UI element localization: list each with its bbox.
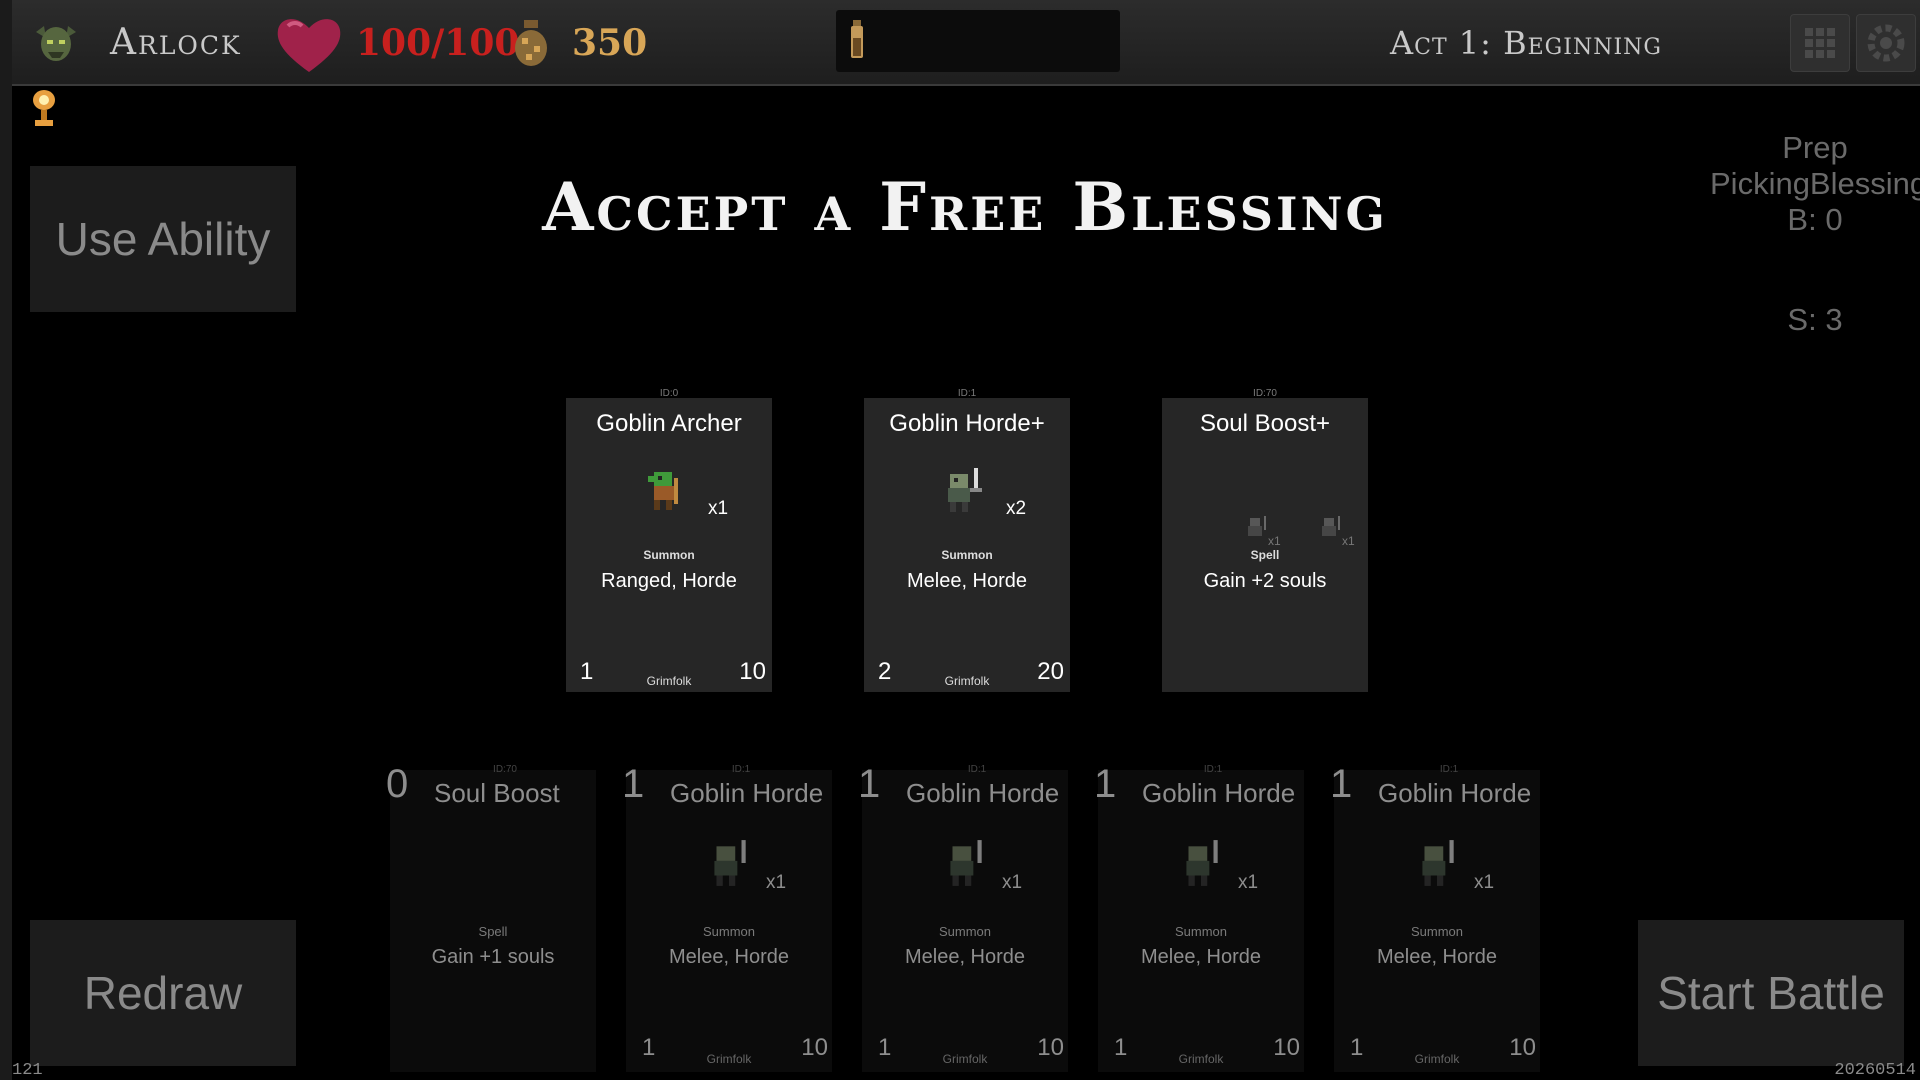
s-counter: S: 3 xyxy=(1787,302,1843,337)
card-power: 10 xyxy=(739,658,766,685)
page-title: Accept a Free Blessing xyxy=(542,168,1388,246)
deck-card-count: 1 xyxy=(622,762,645,806)
start-battle-button[interactable]: Start Battle xyxy=(1638,920,1904,1066)
card-id: ID:70 xyxy=(1253,388,1277,399)
potion-icon[interactable] xyxy=(848,20,866,60)
deck-card-goblin-horde: 1 ID:1 Goblin Horde x1 Summon Melee, Hor… xyxy=(1330,762,1540,1072)
card-id: ID:70 xyxy=(493,764,517,775)
card-type: Spell xyxy=(478,924,508,939)
status-panel: Prep PickingBlessing B: 0 S: 3 xyxy=(1710,130,1920,338)
sub-phase-label: PickingBlessing xyxy=(1710,166,1920,201)
gold-value: 350 xyxy=(572,22,648,64)
goblin-horde-icon xyxy=(1422,840,1454,886)
card-tags: Gain +2 souls xyxy=(1203,570,1327,592)
card-name: Soul Boost xyxy=(434,778,560,808)
card-tags: Melee, Horde xyxy=(1140,946,1262,968)
build-version: 20260514 xyxy=(1834,1061,1916,1080)
card-id: ID:1 xyxy=(967,764,987,775)
card-power: 10 xyxy=(1273,1034,1300,1061)
left-edge xyxy=(0,0,12,1080)
offer-card-goblin-archer[interactable]: ID:0 Goblin Archer x1 Summon Ranged, Hor… xyxy=(566,388,772,692)
deck-card-soul-boost: 0 ID:70 Soul Boost Spell Gain +1 souls xyxy=(386,762,596,1072)
card-id: ID:1 xyxy=(1203,764,1223,775)
card-name: Goblin Horde+ xyxy=(889,410,1045,437)
act-title: Act 1: Beginning xyxy=(1390,24,1662,62)
card-tags: Ranged, Horde xyxy=(601,570,737,592)
settings-gear-icon xyxy=(1867,24,1905,62)
ghost-goblin-icon xyxy=(1248,516,1266,536)
deck-card-count: 1 xyxy=(858,762,881,806)
card-multiplier: x2 xyxy=(1006,498,1027,519)
goblin-archer-icon xyxy=(648,472,678,510)
card-multiplier: x1 xyxy=(1268,534,1281,548)
card-multiplier: x1 xyxy=(1238,872,1259,893)
deck-card-goblin-horde: 1 ID:1 Goblin Horde x1 Summon Melee, Hor… xyxy=(622,762,832,1072)
settings-button[interactable] xyxy=(1856,14,1916,72)
goblin-horde-icon xyxy=(950,840,982,886)
card-tags: Melee, Horde xyxy=(904,946,1026,968)
card-multiplier: x1 xyxy=(1002,872,1023,893)
gold-pouch-icon xyxy=(515,20,547,66)
grid-menu-icon xyxy=(1805,28,1835,58)
card-name: Goblin Archer xyxy=(596,410,742,437)
deck-card-goblin-horde: 1 ID:1 Goblin Horde x1 Summon Melee, Hor… xyxy=(858,762,1068,1072)
card-id: ID:0 xyxy=(659,388,679,399)
card-name: Goblin Horde xyxy=(906,778,1060,808)
card-name: Goblin Horde xyxy=(1378,778,1532,808)
redraw-button[interactable]: Redraw xyxy=(30,920,296,1066)
trophy-relic-icon[interactable] xyxy=(28,88,60,130)
card-tags: Melee, Horde xyxy=(906,570,1028,592)
goblin-horde-icon xyxy=(714,840,746,886)
goblin-horde-icon xyxy=(1186,840,1218,886)
card-power: 10 xyxy=(1037,1034,1064,1061)
card-id: ID:1 xyxy=(731,764,751,775)
ghost-goblin-icon xyxy=(1322,516,1340,536)
card-multiplier: x1 xyxy=(766,872,787,893)
offer-card-soul-boost-plus[interactable]: ID:70 Soul Boost+ x1 x1 Spell Gain +2 so… xyxy=(1162,388,1368,692)
card-name: Goblin Horde xyxy=(1142,778,1296,808)
use-ability-button[interactable]: Use Ability xyxy=(30,166,296,312)
hp-value: 100/100 xyxy=(356,22,520,64)
card-type: Summon xyxy=(643,548,695,562)
deck-card-count: 1 xyxy=(1094,762,1117,806)
deck-card-goblin-horde: 1 ID:1 Goblin Horde x1 Summon Melee, Hor… xyxy=(1094,762,1304,1072)
goblin-head-icon xyxy=(36,26,76,61)
card-type: Summon xyxy=(938,924,992,939)
card-type: Summon xyxy=(1174,924,1228,939)
card-name: Soul Boost+ xyxy=(1199,410,1331,437)
deck-card-count: 0 xyxy=(386,762,409,806)
card-multiplier: x1 xyxy=(708,498,729,519)
phase-label: Prep xyxy=(1782,130,1848,165)
card-type: Summon xyxy=(941,548,993,562)
fps-counter: 121 xyxy=(12,1061,43,1080)
heart-icon xyxy=(277,19,341,72)
grid-menu-button[interactable] xyxy=(1790,14,1850,72)
card-power: 10 xyxy=(1509,1034,1536,1061)
goblin-horde-icon xyxy=(948,468,982,512)
card-multiplier: x1 xyxy=(1474,872,1495,893)
deck-card-count: 1 xyxy=(1330,762,1353,806)
card-multiplier: x1 xyxy=(1342,534,1355,548)
top-bar: Arlock 100/100 350 Act 1: Beginning xyxy=(12,0,1920,86)
card-tags: Gain +1 souls xyxy=(431,946,555,968)
b-counter: B: 0 xyxy=(1787,202,1843,237)
offer-card-goblin-horde-plus[interactable]: ID:1 Goblin Horde+ x2 Summon Melee, Hord… xyxy=(864,388,1070,692)
card-type: Spell xyxy=(1250,548,1280,562)
card-tags: Melee, Horde xyxy=(668,946,790,968)
card-type: Summon xyxy=(702,924,756,939)
card-id: ID:1 xyxy=(1439,764,1459,775)
card-type: Summon xyxy=(1410,924,1464,939)
potion-slot[interactable] xyxy=(836,10,1120,72)
card-power: 20 xyxy=(1037,658,1064,685)
card-power: 10 xyxy=(801,1034,828,1061)
card-tags: Melee, Horde xyxy=(1376,946,1498,968)
card-id: ID:1 xyxy=(957,388,977,399)
card-name: Goblin Horde xyxy=(670,778,824,808)
hero-name: Arlock xyxy=(110,22,242,63)
